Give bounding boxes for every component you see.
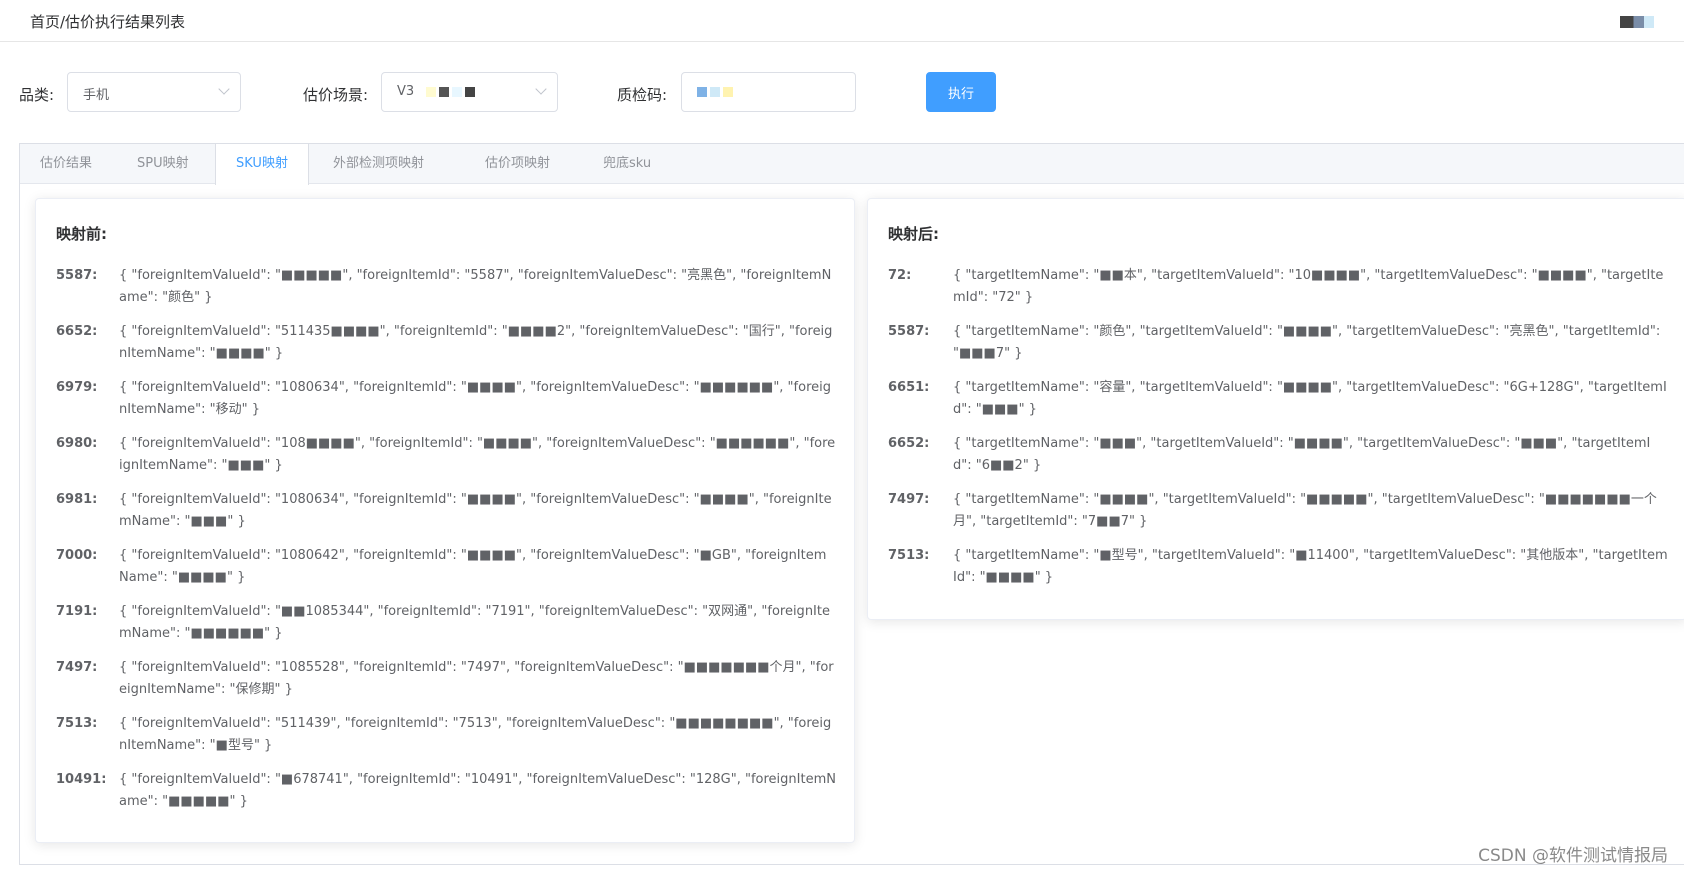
qc-code-value (697, 84, 736, 99)
mapping-key: 6979: (56, 380, 98, 395)
mapping-value: { "targetItemName": "容量", "targetItemVal… (953, 380, 1667, 417)
mapping-key: 7000: (56, 548, 98, 563)
tab-sku-mapping[interactable]: SKU映射 (215, 144, 309, 185)
mapping-value: { "foreignItemValueId": "1080634", "fore… (119, 492, 832, 529)
tab-external-check-mapping[interactable]: 外部检测项映射 (313, 144, 444, 184)
mapping-key: 5587: (888, 324, 930, 339)
scene-select[interactable]: V3 (381, 72, 558, 112)
mapping-item: 6652: { "targetItemName": "■■■", "targetI… (888, 433, 1668, 489)
mapping-item: 7000: { "foreignItemValueId": "1080642", … (56, 545, 836, 601)
category-label: 品类: (19, 86, 55, 104)
mapping-item: 6979: { "foreignItemValueId": "1080634", … (56, 377, 836, 433)
mapping-key: 5587: (56, 268, 98, 283)
mapping-value: { "foreignItemValueId": "511439", "forei… (119, 716, 832, 753)
before-mapping-list: 5587: { "foreignItemValueId": "■■■■■", "f… (56, 265, 836, 825)
mapping-item: 6652: { "foreignItemValueId": "511435■■■■… (56, 321, 836, 377)
chevron-down-icon (218, 83, 230, 95)
category-value: 手机 (83, 88, 110, 103)
mapping-value: { "targetItemName": "颜色", "targetItemVal… (953, 324, 1661, 361)
user-avatar[interactable] (1620, 16, 1654, 28)
mapping-value: { "foreignItemValueId": "108■■■■", "fore… (119, 436, 836, 473)
mapping-value: { "targetItemName": "■■■■", "targetItemV… (953, 492, 1657, 529)
mapping-item: 10491: { "foreignItemValueId": "■678741",… (56, 769, 836, 825)
qc-code-label: 质检码: (617, 86, 668, 104)
mapping-item: 6981: { "foreignItemValueId": "1080634", … (56, 489, 836, 545)
mapping-key: 7497: (56, 660, 98, 675)
mapping-value: { "foreignItemValueId": "1080634", "fore… (119, 380, 831, 417)
mapping-value: { "foreignItemValueId": "511435■■■■", "f… (119, 324, 833, 361)
chevron-down-icon (535, 83, 547, 95)
mapping-value: { "foreignItemValueId": "■■1085344", "fo… (119, 604, 830, 641)
mapping-value: { "foreignItemValueId": "1085528", "fore… (119, 660, 834, 697)
after-mapping-title: 映射后: (888, 225, 939, 243)
after-mapping-list: 72: { "targetItemName": "■■本", "targetIte… (888, 265, 1668, 601)
category-select[interactable]: 手机 (67, 72, 241, 112)
after-mapping-card: 映射后: 72: { "targetItemName": "■■本", "targ… (867, 198, 1684, 620)
filter-bar: 品类: 手机 估价场景: V3 质检码: 执行 (0, 72, 1684, 114)
mapping-value: { "targetItemName": "■型号", "targetItemVa… (953, 548, 1668, 585)
mapping-key: 10491: (56, 772, 107, 787)
mapping-key: 6980: (56, 436, 98, 451)
mapping-key: 6981: (56, 492, 98, 507)
mapping-item: 6651: { "targetItemName": "容量", "targetIt… (888, 377, 1668, 433)
mapping-item: 5587: { "targetItemName": "颜色", "targetIt… (888, 321, 1668, 377)
before-mapping-card: 映射前: 5587: { "foreignItemValueId": "■■■■■… (35, 198, 855, 843)
watermark: CSDN @软件测试情报局 (1478, 846, 1668, 866)
mapping-item: 72: { "targetItemName": "■■本", "targetIte… (888, 265, 1668, 321)
mapping-key: 7513: (56, 716, 98, 731)
mapping-key: 72: (888, 268, 912, 283)
mapping-key: 7513: (888, 548, 930, 563)
mapping-item: 7513: { "targetItemName": "■型号", "targetI… (888, 545, 1668, 601)
tab-spu-mapping[interactable]: SPU映射 (117, 144, 209, 184)
mapping-value: { "targetItemName": "■■■", "targetItemVa… (953, 436, 1651, 473)
mapping-key: 7191: (56, 604, 98, 619)
mapping-value: { "foreignItemValueId": "■678741", "fore… (119, 772, 836, 809)
breadcrumb: 首页/估价执行结果列表 (30, 13, 186, 31)
mapping-item: 6980: { "foreignItemValueId": "108■■■■", … (56, 433, 836, 489)
top-header: 首页/估价执行结果列表 (0, 0, 1684, 42)
mapping-key: 7497: (888, 492, 930, 507)
mapping-item: 7497: { "targetItemName": "■■■■", "target… (888, 489, 1668, 545)
mapping-value: { "foreignItemValueId": "■■■■■", "foreig… (119, 268, 832, 305)
mapping-item: 5587: { "foreignItemValueId": "■■■■■", "f… (56, 265, 836, 321)
before-mapping-title: 映射前: (56, 225, 107, 243)
mapping-item: 7497: { "foreignItemValueId": "1085528", … (56, 657, 836, 713)
mapping-value: { "foreignItemValueId": "1080642", "fore… (119, 548, 827, 585)
tab-valuation-result[interactable]: 估价结果 (20, 144, 112, 184)
tab-valuation-item-mapping[interactable]: 估价项映射 (465, 144, 570, 184)
mapping-key: 6652: (888, 436, 930, 451)
mapping-item: 7513: { "foreignItemValueId": "511439", "… (56, 713, 836, 769)
scene-value: V3 (397, 84, 478, 99)
scene-label: 估价场景: (303, 86, 369, 104)
tab-bar: 估价结果 SPU映射 SKU映射 外部检测项映射 估价项映射 兜底sku (20, 144, 1684, 185)
mapping-key: 6652: (56, 324, 98, 339)
tab-fallback-sku[interactable]: 兜底sku (583, 144, 671, 184)
mapping-value: { "targetItemName": "■■本", "targetItemVa… (953, 268, 1664, 305)
run-button[interactable]: 执行 (926, 72, 996, 112)
qc-code-input[interactable] (681, 72, 856, 112)
mapping-item: 7191: { "foreignItemValueId": "■■1085344"… (56, 601, 836, 657)
mapping-key: 6651: (888, 380, 930, 395)
